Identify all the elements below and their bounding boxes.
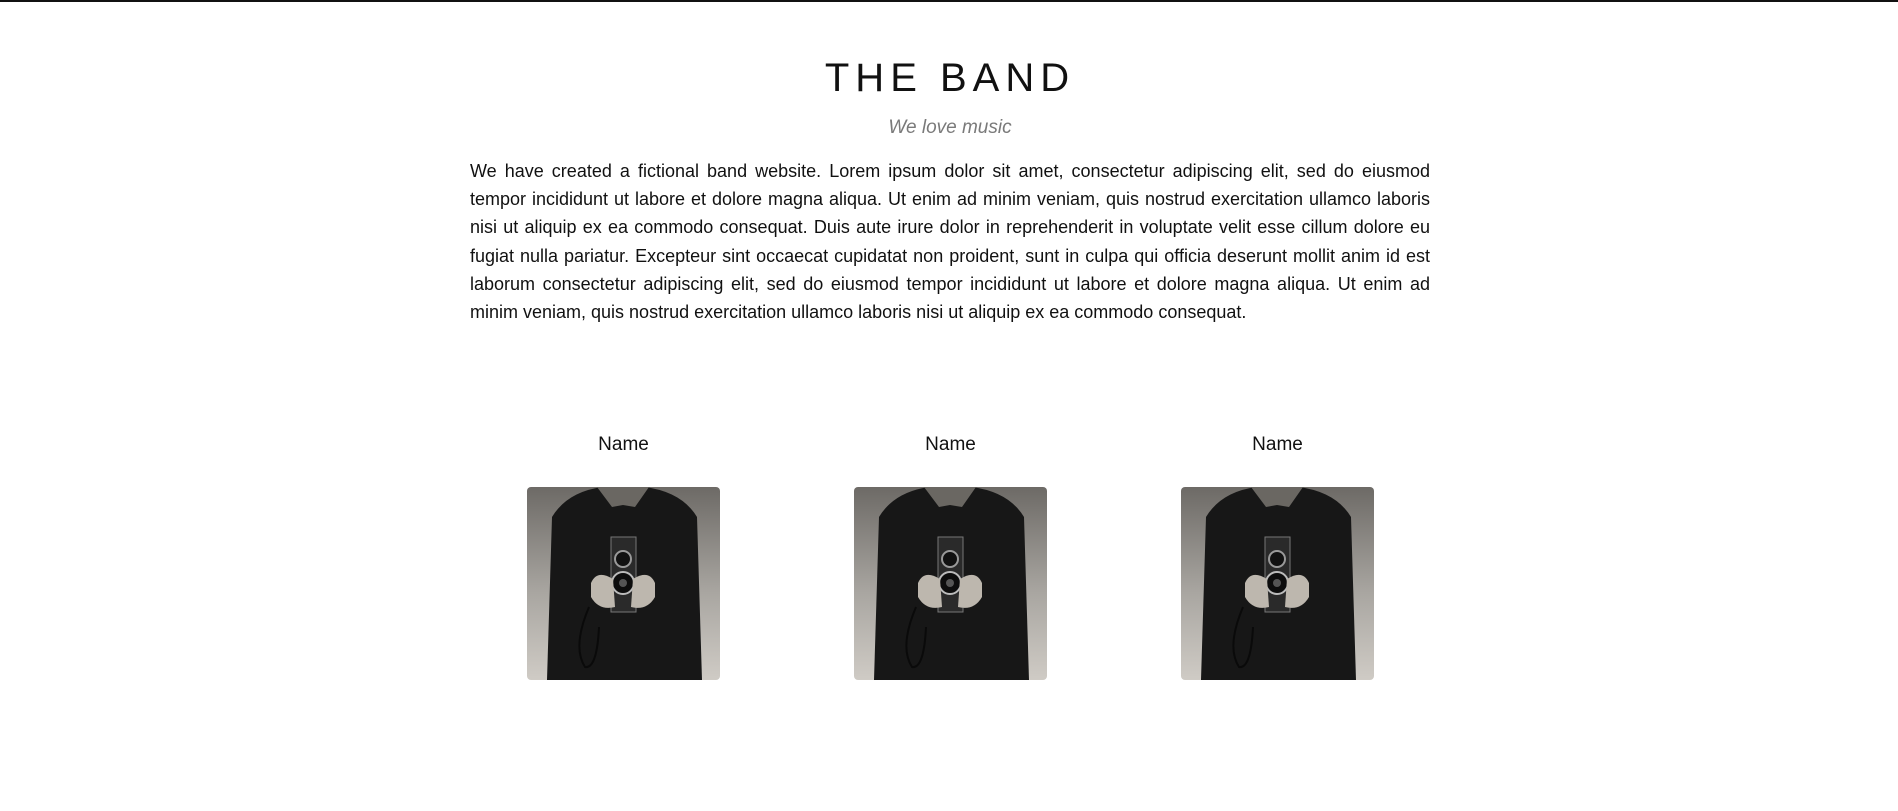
member-name: Name (598, 434, 649, 455)
band-description: We have created a fictional band website… (470, 161, 1430, 323)
member-photo[interactable] (854, 487, 1047, 680)
member-photo[interactable] (527, 487, 720, 680)
member-card: Name (854, 433, 1047, 680)
tagline: We love music (888, 117, 1012, 138)
page-title: THE BAND (824, 56, 1076, 100)
member-name: Name (1252, 434, 1303, 455)
top-border (0, 0, 1898, 2)
member-photo[interactable] (1181, 487, 1374, 680)
member-name: Name (925, 434, 976, 455)
band-members: Name Name Name (470, 433, 1430, 680)
band-section: THE BAND We love music We have created a… (470, 56, 1430, 326)
member-card: Name (1181, 433, 1374, 680)
member-card: Name (527, 433, 720, 680)
